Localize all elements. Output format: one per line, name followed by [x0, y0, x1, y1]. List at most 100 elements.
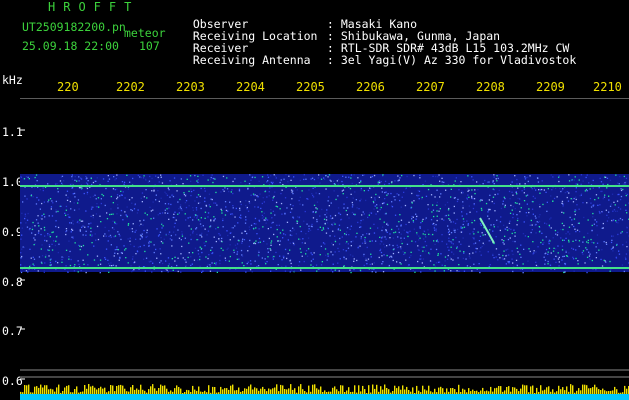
- noise-speckle: [511, 181, 513, 183]
- noise-speckle: [32, 256, 34, 258]
- histogram-base-bar: [476, 394, 478, 400]
- noise-speckle: [55, 260, 57, 263]
- noise-speckle: [120, 238, 122, 241]
- noise-speckle: [262, 216, 265, 218]
- noise-speckle: [202, 225, 204, 227]
- noise-speckle: [379, 204, 381, 206]
- noise-speckle: [327, 253, 329, 255]
- noise-speckle: [575, 191, 577, 193]
- noise-speckle: [499, 221, 502, 223]
- noise-speckle: [412, 269, 414, 272]
- noise-speckle: [164, 209, 166, 211]
- noise-speckle: [399, 199, 401, 202]
- noise-speckle: [252, 193, 255, 195]
- noise-speckle: [184, 202, 187, 204]
- noise-speckle: [449, 256, 451, 259]
- noise-speckle: [327, 200, 329, 202]
- noise-speckle: [289, 230, 291, 232]
- noise-speckle: [47, 201, 49, 203]
- noise-speckle: [524, 176, 526, 178]
- noise-speckle: [222, 226, 224, 228]
- noise-speckle: [227, 210, 229, 212]
- noise-speckle: [219, 259, 221, 262]
- noise-speckle: [78, 187, 81, 189]
- noise-speckle: [503, 250, 505, 252]
- noise-speckle: [555, 233, 557, 235]
- histogram-bar: [586, 385, 588, 394]
- noise-speckle: [487, 251, 489, 253]
- noise-speckle: [188, 225, 190, 227]
- histogram-base-bar: [266, 394, 268, 400]
- x-tick-label: 2209: [536, 80, 565, 94]
- noise-speckle: [180, 271, 182, 273]
- noise-speckle: [425, 195, 428, 197]
- noise-speckle: [337, 183, 339, 185]
- histogram-base-bar: [60, 394, 62, 400]
- noise-speckle: [293, 244, 295, 246]
- noise-speckle: [151, 271, 153, 273]
- histogram-base-bar: [608, 394, 610, 400]
- histogram-base-bar: [512, 394, 514, 400]
- noise-speckle: [363, 174, 366, 176]
- histogram-base-bar: [416, 394, 418, 400]
- histogram-bar: [526, 385, 528, 394]
- histogram-bar: [252, 389, 254, 394]
- noise-speckle: [155, 248, 157, 251]
- noise-speckle: [588, 182, 590, 184]
- noise-speckle: [20, 252, 22, 254]
- noise-speckle: [218, 233, 220, 235]
- noise-speckle: [554, 229, 557, 232]
- noise-speckle: [536, 177, 539, 179]
- histogram-bar: [198, 386, 200, 394]
- noise-speckle: [531, 208, 534, 210]
- histogram-base-bar: [196, 394, 198, 400]
- histogram-base-bar: [596, 394, 598, 400]
- noise-speckle: [182, 183, 184, 185]
- histogram-base-bar: [90, 394, 92, 400]
- noise-speckle: [342, 193, 344, 195]
- noise-speckle: [346, 214, 348, 216]
- noise-speckle: [222, 175, 225, 178]
- noise-speckle: [342, 175, 344, 177]
- noise-speckle: [30, 264, 32, 266]
- noise-speckle: [466, 220, 468, 222]
- noise-speckle: [273, 195, 275, 198]
- noise-speckle: [59, 180, 62, 182]
- noise-speckle: [47, 183, 49, 185]
- noise-speckle: [418, 235, 420, 237]
- noise-speckle: [40, 228, 42, 230]
- noise-speckle: [316, 270, 318, 272]
- noise-speckle: [167, 203, 170, 205]
- noise-speckle: [119, 195, 121, 197]
- noise-speckle: [522, 233, 525, 235]
- noise-speckle: [149, 206, 151, 208]
- noise-speckle: [302, 238, 304, 240]
- noise-speckle: [190, 264, 192, 267]
- histogram-bar: [302, 389, 304, 394]
- noise-speckle: [508, 227, 510, 230]
- noise-speckle: [597, 204, 599, 206]
- noise-speckle: [447, 254, 449, 257]
- noise-speckle: [243, 265, 245, 267]
- histogram-base-bar: [394, 394, 396, 400]
- noise-speckle: [476, 181, 478, 183]
- noise-speckle: [21, 212, 23, 214]
- histogram-bar: [300, 384, 302, 394]
- noise-speckle: [241, 232, 243, 234]
- noise-speckle: [291, 191, 293, 193]
- noise-speckle: [112, 264, 115, 266]
- noise-speckle: [250, 263, 252, 265]
- histogram-bar: [438, 387, 440, 394]
- noise-speckle: [336, 180, 338, 182]
- noise-speckle: [301, 190, 303, 192]
- noise-speckle: [74, 264, 76, 266]
- noise-speckle: [280, 202, 283, 205]
- noise-speckle: [430, 260, 433, 262]
- histogram-bar: [568, 391, 570, 394]
- histogram-bar: [458, 384, 460, 394]
- noise-speckle: [503, 243, 505, 245]
- histogram-bar: [256, 388, 258, 394]
- histogram-bar: [442, 388, 444, 394]
- histogram-bar: [164, 385, 166, 394]
- noise-speckle: [200, 207, 202, 210]
